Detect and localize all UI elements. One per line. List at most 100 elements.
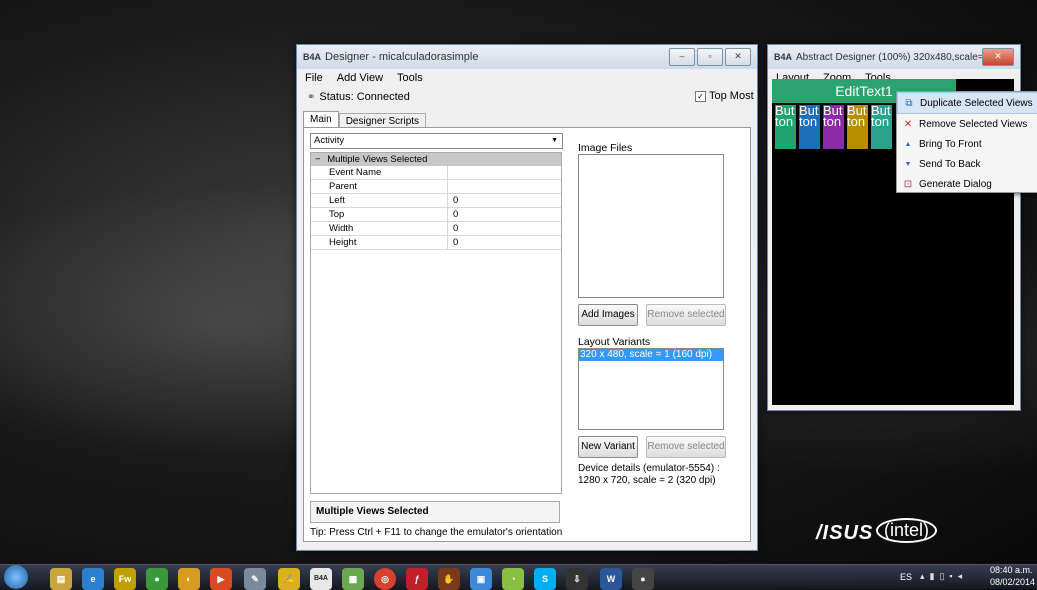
close-button[interactable]: ✕ [725, 48, 751, 66]
button-label: But ton [775, 105, 795, 129]
property-grid: − Multiple Views Selected Event Name Par… [310, 152, 562, 494]
device-details-line1: Device details (emulator-5554) : [578, 463, 720, 474]
property-value: 0 [453, 209, 459, 220]
window-title: Abstract Designer (100%) 320x480,scale=1 [796, 51, 990, 63]
tray-icons[interactable]: ▴▮▯▪◂ [920, 571, 967, 582]
link-icon: ⚭ [307, 91, 316, 103]
menu-item-remove[interactable]: ✕ Remove Selected Views [897, 114, 1037, 134]
menu-add-view[interactable]: Add View [337, 72, 383, 84]
property-name: Width [311, 222, 448, 235]
button-view[interactable]: But ton [775, 105, 796, 149]
property-row[interactable]: Width 0 [311, 222, 561, 236]
property-row[interactable]: Event Name [311, 166, 561, 180]
add-images-button[interactable]: Add Images [578, 304, 638, 326]
context-menu: ⧉ Duplicate Selected Views ✕ Remove Sele… [896, 91, 1037, 193]
word-icon[interactable]: W [600, 568, 622, 590]
layout-variants-label: Layout Variants [578, 336, 651, 348]
property-row[interactable]: Left 0 [311, 194, 561, 208]
button-view[interactable]: But ton [847, 105, 868, 149]
app-icon[interactable]: ✋ [438, 568, 460, 590]
flash-icon[interactable]: ƒ [406, 568, 428, 590]
duplicate-icon: ⧉ [905, 97, 913, 109]
designer-window: B4A Designer - micalculadorasimple – ▫ ✕… [296, 44, 758, 551]
language-indicator[interactable]: ES [900, 572, 912, 582]
collapse-icon[interactable]: − [315, 154, 321, 165]
start-button[interactable] [4, 565, 28, 589]
minimize-button[interactable]: – [669, 48, 695, 66]
description-box: Multiple Views Selected [310, 501, 560, 523]
menu-item-label: Duplicate Selected Views [920, 97, 1033, 109]
fireworks-icon[interactable]: Fw [114, 568, 136, 590]
ie-icon[interactable]: e [82, 568, 104, 590]
skype-icon[interactable]: S [534, 568, 556, 590]
property-name: Top [311, 208, 448, 221]
app-icon[interactable]: ▣ [470, 568, 492, 590]
app-icon[interactable]: ▦ [342, 568, 364, 590]
button-view[interactable]: But ton [799, 105, 820, 149]
designer-menubar: File Add View Tools [297, 69, 757, 87]
status-row: ⚭ Status: Connected [307, 91, 410, 103]
top-most-checkbox[interactable]: ✓ [695, 90, 706, 102]
property-name: Event Name [311, 166, 448, 179]
remove-selected-images-button[interactable]: Remove selected [646, 304, 726, 326]
activity-select[interactable]: Activity ▼ [310, 133, 563, 149]
abstract-titlebar[interactable]: B4A Abstract Designer (100%) 320x480,sca… [768, 45, 1020, 69]
dialog-icon: ⊡ [903, 178, 913, 190]
app-icon[interactable]: ✍ [278, 568, 300, 590]
property-row[interactable]: Height 0 [311, 236, 561, 250]
chevron-down-icon: ▼ [551, 137, 558, 144]
b4a-app-icon: B4A [774, 52, 793, 62]
basic4android-icon[interactable]: B4A [310, 568, 332, 590]
menu-item-label: Generate Dialog [919, 178, 992, 190]
property-row[interactable]: Top 0 [311, 208, 561, 222]
property-row[interactable]: Parent [311, 180, 561, 194]
app-icon[interactable]: ◔ [502, 568, 524, 590]
menu-item-duplicate[interactable]: ⧉ Duplicate Selected Views [897, 92, 1037, 114]
property-value: 0 [453, 195, 459, 206]
button-label: But ton [799, 105, 819, 129]
maximize-button[interactable]: ▫ [697, 48, 723, 66]
activity-select-value: Activity [314, 135, 345, 146]
property-group-header[interactable]: − Multiple Views Selected [311, 153, 561, 166]
layout-variant-item[interactable]: 320 x 480, scale = 1 (160 dpi) [579, 349, 723, 361]
top-most-label: Top Most [709, 90, 754, 102]
layout-variants-list[interactable]: 320 x 480, scale = 1 (160 dpi) [578, 348, 724, 430]
b4a-app-icon: B4A [303, 52, 322, 62]
designer-titlebar[interactable]: B4A Designer - micalculadorasimple – ▫ ✕ [297, 45, 757, 69]
remove-selected-variant-button[interactable]: Remove selected [646, 436, 726, 458]
property-name: Left [311, 194, 448, 207]
arrow-down-icon: ▼ [904, 160, 912, 168]
clock-date[interactable]: 08/02/2014 [990, 577, 1035, 587]
app-icon[interactable]: ◐ [178, 568, 200, 590]
explorer-icon[interactable]: ▤ [50, 568, 72, 590]
remove-x-icon: ✕ [903, 118, 913, 130]
close-button[interactable]: ✕ [982, 48, 1014, 66]
app-icon[interactable]: ● [146, 568, 168, 590]
image-files-list[interactable] [578, 154, 724, 298]
property-name: Height [311, 236, 448, 249]
menu-tools[interactable]: Tools [397, 72, 423, 84]
property-value [448, 166, 453, 179]
property-value: 0 [453, 237, 459, 248]
window-title: Designer - micalculadorasimple [325, 51, 479, 63]
button-label: But ton [871, 105, 891, 129]
app-icon[interactable]: ✎ [244, 568, 266, 590]
image-files-label: Image Files [578, 142, 633, 154]
download-icon[interactable]: ⇩ [566, 568, 588, 590]
menu-item-label: Bring To Front [919, 138, 982, 150]
button-view[interactable]: But ton [823, 105, 844, 149]
menu-item-bring-to-front[interactable]: ▲ Bring To Front [897, 134, 1037, 154]
button-label: But ton [823, 105, 843, 129]
app-icon[interactable]: ● [632, 568, 654, 590]
chrome-icon[interactable]: ◎ [374, 568, 396, 590]
new-variant-button[interactable]: New Variant [578, 436, 638, 458]
app-icon[interactable]: ▶ [210, 568, 232, 590]
button-view[interactable]: But ton [871, 105, 892, 149]
menu-item-generate-dialog[interactable]: ⊡ Generate Dialog [897, 174, 1037, 194]
menu-file[interactable]: File [305, 72, 323, 84]
menu-item-send-to-back[interactable]: ▼ Send To Back [897, 154, 1037, 174]
menu-item-label: Send To Back [919, 158, 981, 170]
clock-time[interactable]: 08:40 a.m. [990, 565, 1033, 575]
property-value [448, 180, 453, 193]
property-value: 0 [453, 223, 459, 234]
